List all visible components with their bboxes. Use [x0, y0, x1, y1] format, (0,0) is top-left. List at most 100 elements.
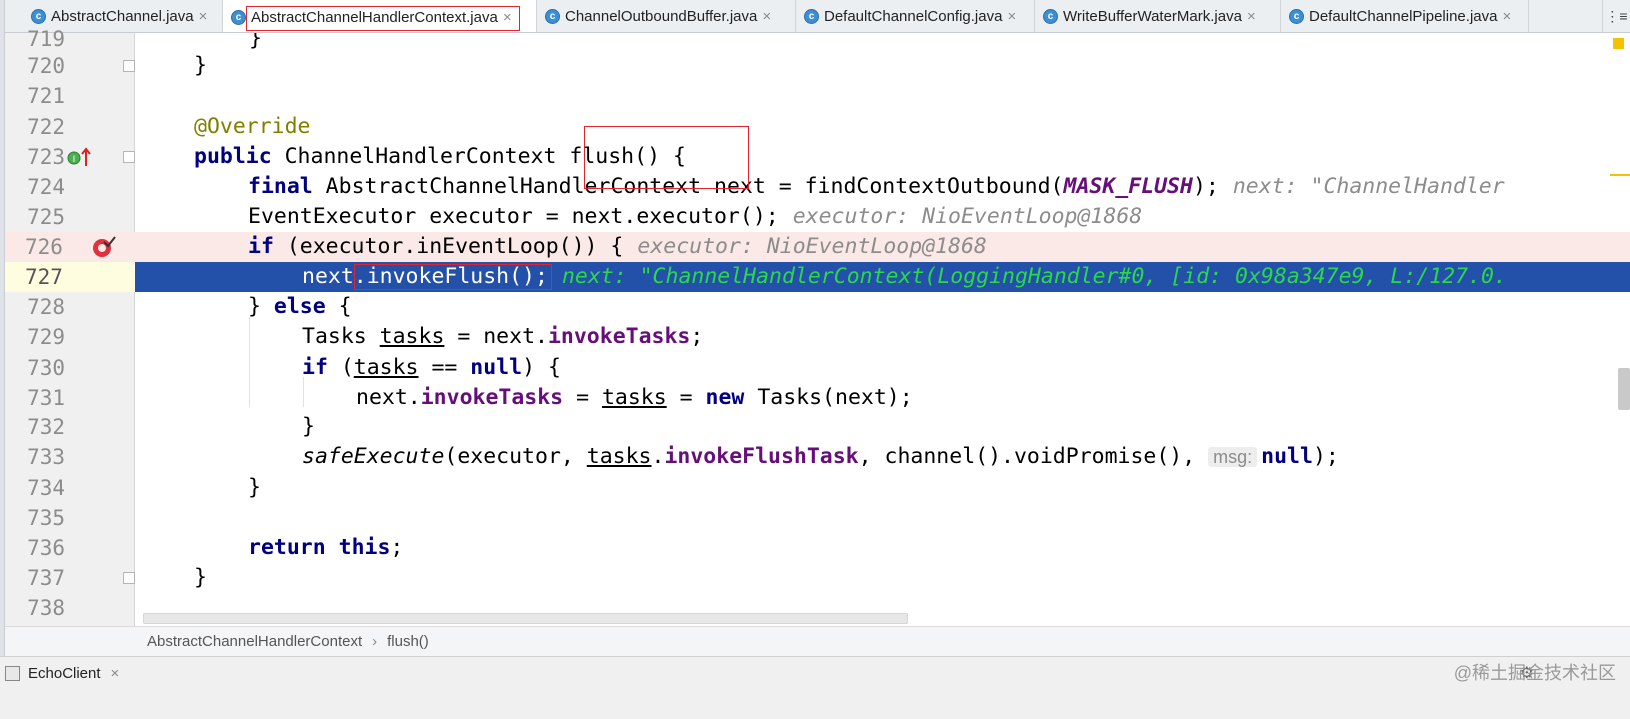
code-editor[interactable]: } } @Override public ChannelHandlerConte…	[135, 33, 1630, 652]
close-icon[interactable]: ×	[1502, 8, 1511, 25]
parameter-hint: msg:	[1208, 447, 1258, 467]
code-text: );	[1192, 174, 1219, 199]
highlight-box-flush	[584, 126, 749, 189]
code-text: ==	[418, 355, 471, 380]
line-number: 733	[27, 445, 65, 469]
line-number: 736	[27, 536, 65, 560]
code-text: }	[248, 294, 274, 319]
code-line-722: @Override	[135, 112, 1630, 142]
run-config-icon	[5, 665, 20, 681]
code-text: );	[1312, 444, 1339, 469]
keyword: if	[248, 234, 274, 259]
code-text: (executor,	[444, 444, 587, 469]
vertical-scrollbar-thumb[interactable]	[1618, 368, 1630, 410]
breadcrumb: AbstractChannelHandlerContext › flush()	[5, 626, 1630, 656]
code-line-726-breakpoint: if (executor.inEventLoop()) {executor: N…	[135, 232, 1630, 262]
tab-label: ChannelOutboundBuffer.java	[565, 8, 758, 25]
warning-marker-icon[interactable]	[1613, 38, 1624, 49]
tab-default-channel-config[interactable]: c DefaultChannelConfig.java ×	[796, 0, 1035, 32]
inline-debug-value: next: "ChannelHandlerContext(LoggingHand…	[561, 264, 1507, 289]
close-icon[interactable]: ×	[111, 665, 120, 682]
close-icon[interactable]: ×	[1007, 8, 1016, 25]
line-number: 723	[27, 145, 65, 169]
code-text: =	[563, 385, 602, 410]
line-number: 724	[27, 175, 65, 199]
tab-label: AbstractChannel.java	[51, 8, 194, 25]
line-number: 722	[27, 115, 65, 139]
code-text: }	[302, 414, 315, 439]
code-text: EventExecutor executor = next.executor()…	[248, 204, 779, 229]
field: invokeFlushTask	[664, 444, 859, 469]
keyword: if	[302, 355, 328, 380]
code-line-730: if (tasks == null) {	[135, 353, 1630, 383]
keyword: final	[248, 174, 313, 199]
code-line-731: next.invokeTasks = tasks = new Tasks(nex…	[135, 383, 1630, 413]
tab-list-menu-icon[interactable]: ⋮≡	[1602, 0, 1630, 32]
code-text: Tasks	[302, 324, 380, 349]
tab-write-buffer-water-mark[interactable]: c WriteBufferWaterMark.java ×	[1035, 0, 1281, 32]
highlight-box-invoke-flush	[354, 264, 552, 290]
code-line-729: Tasks tasks = next.invokeTasks;	[135, 322, 1630, 352]
code-text: , channel().voidPromise(),	[858, 444, 1209, 469]
variable: tasks	[353, 355, 419, 380]
tab-label: DefaultChannelConfig.java	[824, 8, 1003, 25]
run-tool-window-bar: EchoClient × ⚙ @稀土掘金技术社区	[0, 656, 1630, 719]
line-number: 737	[27, 566, 65, 590]
constant: MASK_FLUSH	[1063, 174, 1193, 199]
code-line-737: }	[135, 563, 1630, 593]
code-text: =	[666, 385, 706, 410]
code-text: }	[248, 475, 261, 500]
line-number: 720	[27, 54, 65, 78]
class-icon: c	[1289, 9, 1304, 24]
tab-default-channel-pipeline[interactable]: c DefaultChannelPipeline.java ×	[1281, 0, 1529, 32]
breadcrumb-method[interactable]: flush()	[387, 633, 429, 650]
class-icon: c	[804, 9, 819, 24]
error-stripe	[1610, 33, 1630, 652]
run-tab-echo-client[interactable]: EchoClient ×	[5, 659, 119, 687]
keyword: new	[705, 385, 745, 410]
code-text: {	[325, 294, 352, 319]
keyword: return	[248, 535, 326, 560]
code-text: ) {	[522, 355, 561, 380]
code-text: ChannelHandlerContext	[271, 144, 570, 169]
code-text: }	[194, 53, 207, 78]
warning-stripe-marker[interactable]	[1610, 174, 1630, 176]
code-line-736: return this;	[135, 533, 1630, 563]
keyword: else	[273, 294, 326, 319]
tab-channel-outbound-buffer[interactable]: c ChannelOutboundBuffer.java ×	[537, 0, 796, 32]
field: invokeTasks	[420, 385, 564, 410]
close-icon[interactable]: ×	[762, 8, 771, 25]
line-number: 725	[27, 205, 65, 229]
keyword: this	[338, 535, 391, 560]
inline-debug-value: next: "ChannelHandler	[1232, 174, 1505, 199]
fold-marker-icon[interactable]	[123, 572, 135, 584]
code-text: }	[194, 565, 207, 590]
variable: tasks	[586, 444, 652, 469]
code-text: (	[327, 355, 354, 380]
horizontal-scrollbar[interactable]	[143, 613, 908, 624]
code-text: (executor.inEventLoop()) {	[273, 234, 624, 259]
breadcrumb-separator: ›	[372, 633, 378, 650]
fold-marker-icon[interactable]	[123, 60, 135, 72]
breakpoint-icon[interactable]	[92, 235, 116, 259]
line-number: 738	[27, 596, 65, 620]
line-number: 735	[27, 506, 65, 530]
line-number: 729	[27, 325, 65, 349]
inline-debug-value: executor: NioEventLoop@1868	[792, 204, 1143, 229]
line-number: 728	[27, 295, 65, 319]
highlight-box-tab	[246, 6, 520, 31]
breadcrumb-class[interactable]: AbstractChannelHandlerContext	[147, 633, 362, 650]
close-icon[interactable]: ×	[199, 8, 208, 25]
keyword: null	[470, 355, 523, 380]
implements-method-icon[interactable]: I	[67, 146, 93, 168]
code-line-720: }	[135, 51, 1630, 81]
line-number: 731	[27, 386, 65, 410]
line-number-gutter: 719 720 721 722 723 724 725 726 727 728 …	[5, 27, 162, 652]
code-text: next.	[356, 385, 421, 410]
fold-marker-icon[interactable]	[123, 151, 135, 163]
code-line-728: } else {	[135, 292, 1630, 322]
close-icon[interactable]: ×	[1247, 8, 1256, 25]
class-icon: c	[231, 9, 246, 25]
line-number: 734	[27, 476, 65, 500]
